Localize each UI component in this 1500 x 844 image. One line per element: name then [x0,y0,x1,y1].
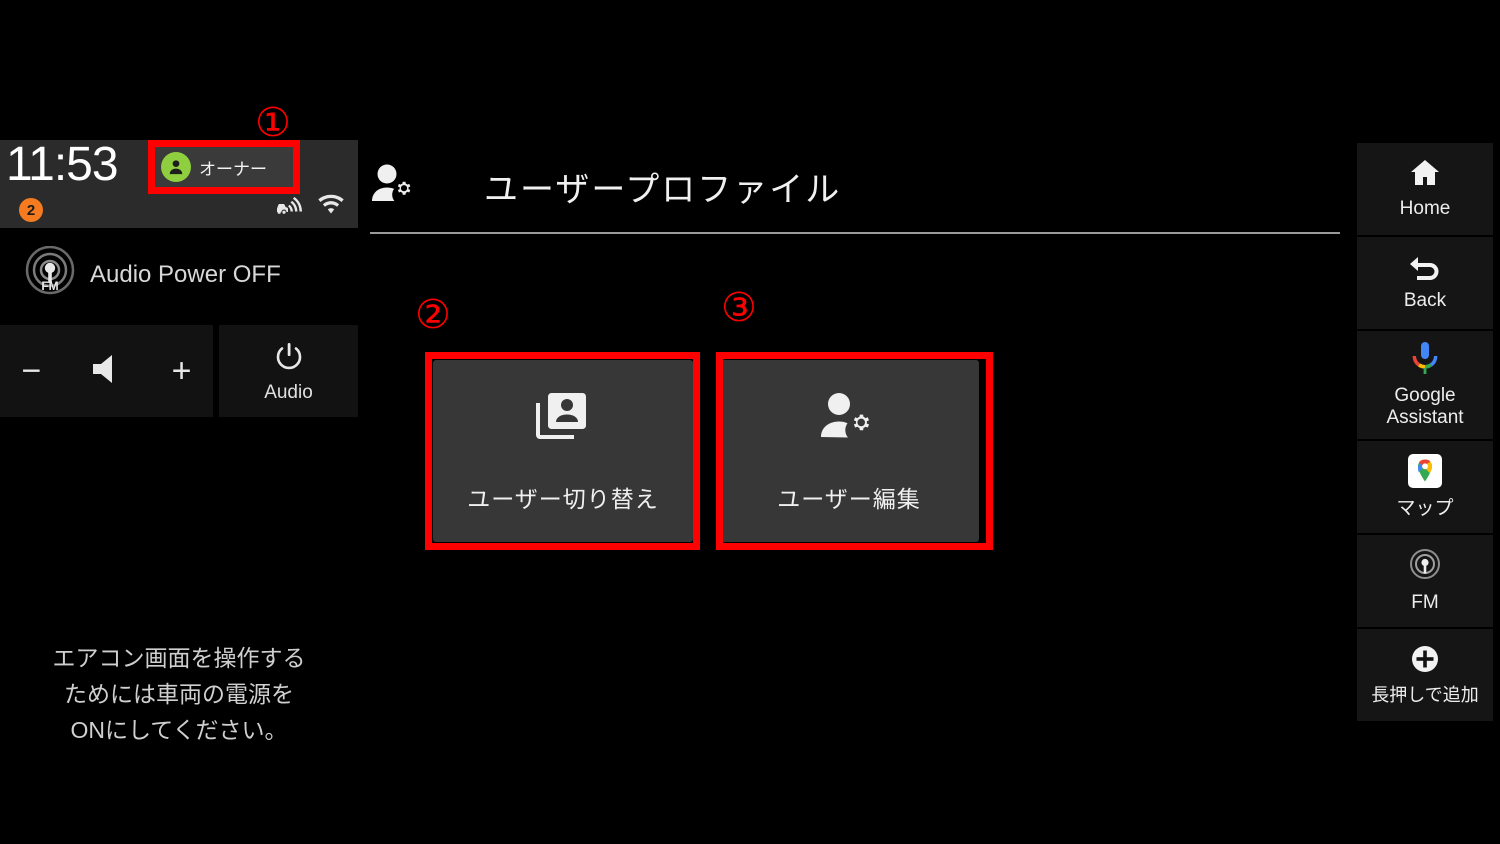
main-content: ユーザープロファイル [370,140,1340,232]
annotation-number-1: ① [255,100,291,146]
aircon-message-line2: ためには車両の電源を [64,681,294,707]
sidebar-item-label: 長押しで追加 [1371,685,1479,705]
status-icons [276,194,346,221]
google-maps-icon [1408,454,1442,493]
sidebar-item-label: Home [1399,198,1451,219]
annotation-number-3: ③ [721,285,757,331]
volume-down-button[interactable]: − [22,354,42,388]
sidebar-item-label: Back [1403,290,1447,311]
google-assistant-mic-icon [1412,341,1438,380]
wifi-icon [316,194,346,221]
back-arrow-icon [1408,254,1442,285]
annotation-number-2: ② [415,292,451,338]
tile-label: ユーザー切り替え [467,485,659,512]
plus-circle-icon [1410,644,1440,679]
switch-user-tile[interactable]: ユーザー切り替え [433,360,693,542]
notification-badge[interactable]: 2 [19,198,43,222]
fm-radio-icon [1408,548,1442,587]
home-icon [1409,158,1441,193]
volume-tile: − + [0,325,213,417]
user-settings-icon [370,161,422,212]
volume-control-row: − + Audio [0,325,358,417]
sidebar-item-home[interactable]: Home [1357,143,1493,235]
current-user-chip[interactable]: オーナー [153,146,293,188]
head-unit-screen: 11:53 2 オーナー FM Audio Power OFF − + Audi… [0,0,1500,844]
edit-user-icon [818,389,880,450]
status-bar: 11:53 2 オーナー [0,138,358,228]
tile-label: ユーザー編集 [777,485,921,512]
sidebar-item-label: Google Assistant [1386,385,1464,428]
sidebar-item-maps[interactable]: マップ [1357,441,1493,533]
power-icon [271,339,307,380]
sidebar-item-google-assistant[interactable]: Google Assistant [1357,331,1493,439]
switch-user-card-icon [534,389,592,450]
sidebar-item-back[interactable]: Back [1357,237,1493,329]
sidebar-item-label: マップ [1396,498,1454,519]
sidebar-item-label: FM [1411,592,1439,613]
page-header: ユーザープロファイル [370,140,1340,232]
left-panel: 11:53 2 オーナー FM Audio Power OFF − + Audi… [0,138,358,743]
right-sidebar: Home Back Google Assistant マップ FM 長押しで追加 [1357,143,1493,723]
svg-text:FM: FM [41,279,58,293]
edit-user-tile[interactable]: ユーザー編集 [719,360,979,542]
audio-status-row[interactable]: FM Audio Power OFF [0,228,358,321]
clock: 11:53 [6,138,119,191]
speaker-icon[interactable] [85,349,129,394]
aircon-message-line3: ONにしてください。 [70,717,288,743]
user-profile-actions: ユーザー切り替え ユーザー編集 [433,360,979,542]
audio-power-label: Audio [264,381,313,403]
sidebar-item-add-shortcut[interactable]: 長押しで追加 [1357,629,1493,721]
aircon-message-line1: エアコン画面を操作する [52,645,306,671]
aircon-message: エアコン画面を操作する ためには車両の電源を ONにしてください。 [0,640,358,748]
vehicle-connection-icon [276,194,306,221]
audio-status-label: Audio Power OFF [90,260,281,288]
page-title: ユーザープロファイル [484,170,842,209]
user-chip-label: オーナー [199,159,267,179]
header-divider [370,232,1340,234]
audio-power-button[interactable]: Audio [219,325,358,417]
fm-radio-icon: FM [24,245,76,303]
volume-up-button[interactable]: + [172,354,192,388]
sidebar-item-fm[interactable]: FM [1357,535,1493,627]
user-avatar-icon [161,152,191,182]
